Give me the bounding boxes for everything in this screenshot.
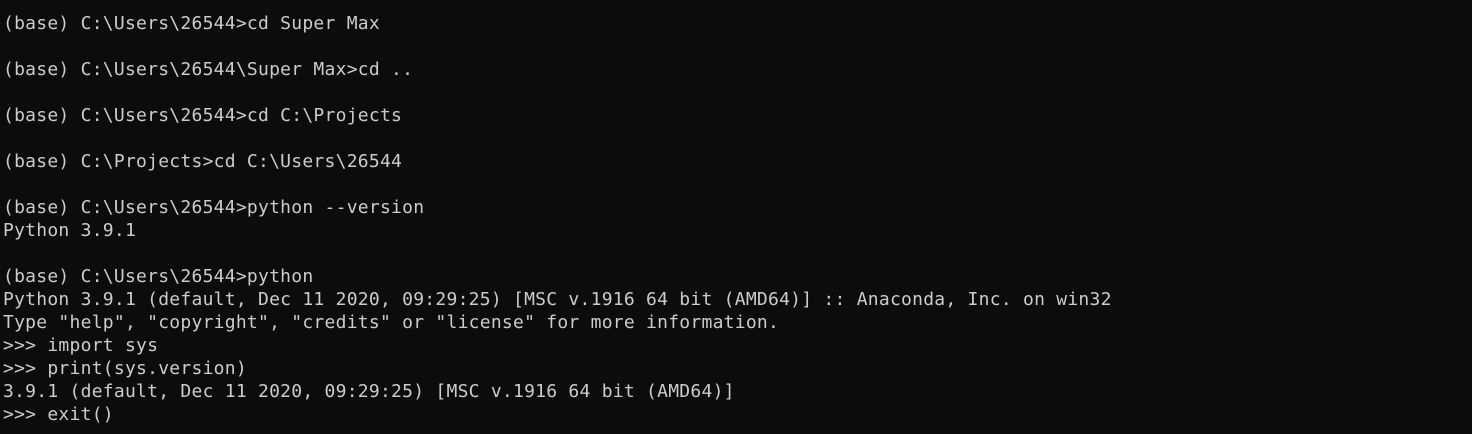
command-line-python: (base) C:\Users\26544>python xyxy=(3,266,314,287)
terminal-window[interactable]: (base) C:\Users\26544>cd Super Max (base… xyxy=(0,0,1472,434)
output-line-python-help: Type "help", "copyright", "credits" or "… xyxy=(3,312,780,333)
command-line-cd-up: (base) C:\Users\26544\Super Max>cd .. xyxy=(3,59,414,80)
repl-line-exit[interactable]: >>> exit() xyxy=(3,403,1472,426)
repl-line-print-version: >>> print(sys.version) xyxy=(3,358,247,379)
output-line-python-version: Python 3.9.1 xyxy=(3,220,137,241)
command-line-python-version: (base) C:\Users\26544>python --version xyxy=(3,197,425,218)
command-line-cd-users: (base) C:\Projects>cd C:\Users\26544 xyxy=(3,151,403,172)
command-line-cd-super-max: (base) C:\Users\26544>cd Super Max xyxy=(3,13,380,34)
command-line-cd-projects: (base) C:\Users\26544>cd C:\Projects xyxy=(3,105,403,126)
repl-line-import-sys: >>> import sys xyxy=(3,335,159,356)
output-line-python-banner: Python 3.9.1 (default, Dec 11 2020, 09:2… xyxy=(3,289,1112,310)
output-line-sys-version: 3.9.1 (default, Dec 11 2020, 09:29:25) [… xyxy=(3,381,735,402)
